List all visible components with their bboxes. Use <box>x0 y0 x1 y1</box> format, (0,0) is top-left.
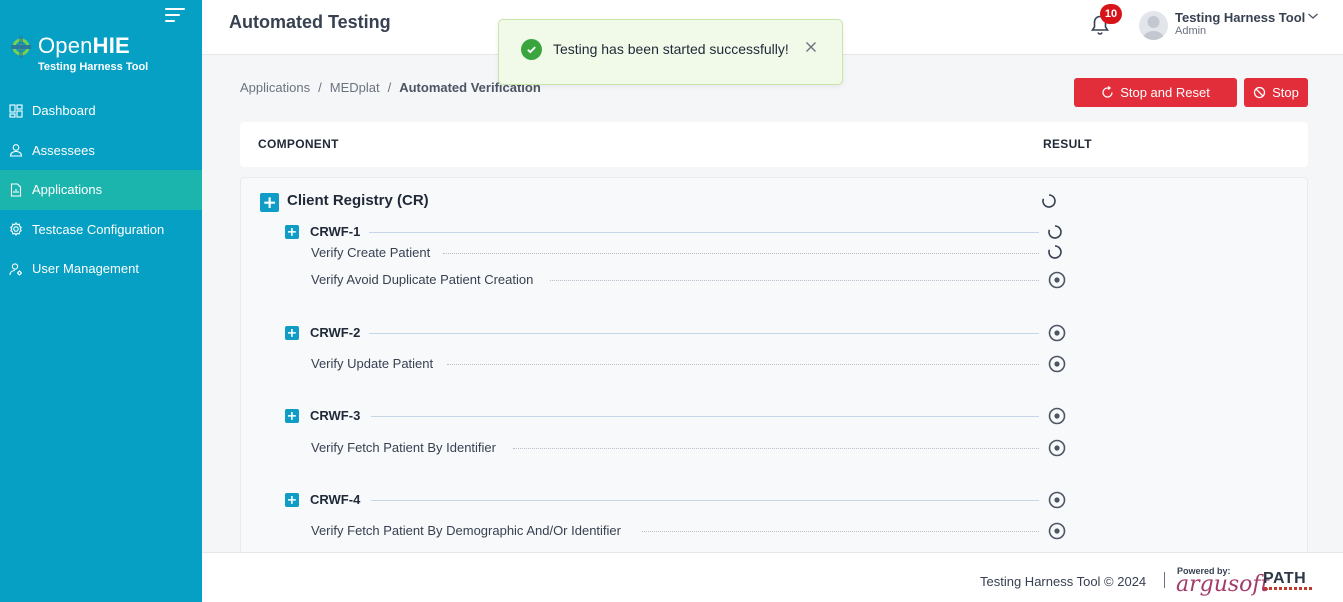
logo-subtitle: Testing Harness Tool <box>38 61 149 73</box>
plus-icon <box>288 228 296 236</box>
page-title: Automated Testing <box>229 12 391 32</box>
success-toast: Testing has been started successfully! <box>498 19 843 85</box>
results-table-header: COMPONENT RESULT <box>240 122 1308 167</box>
expand-workflow-button[interactable] <box>285 493 299 507</box>
notification-badge: 10 <box>1100 4 1122 24</box>
plus-icon <box>288 412 296 420</box>
footer-divider <box>1164 572 1165 588</box>
pending-status-icon <box>1048 439 1066 457</box>
test-case-label: Verify Avoid Duplicate Patient Creation <box>311 272 534 287</box>
breadcrumb-medplat[interactable]: MEDplat <box>330 80 380 95</box>
logo-text: OpenHIE <box>38 33 130 58</box>
expand-component-button[interactable] <box>260 193 279 212</box>
sidebar-item-label: Dashboard <box>32 103 96 119</box>
argusoft-logo: argusoft <box>1176 572 1270 597</box>
openhie-logo-icon <box>11 36 31 58</box>
loading-spinner-icon <box>1048 225 1062 239</box>
document-icon <box>9 183 23 197</box>
breadcrumb-applications[interactable]: Applications <box>240 80 310 95</box>
workflow-divider <box>369 232 1039 233</box>
pending-status-icon <box>1048 491 1066 509</box>
breadcrumb: Applications / MEDplat / Automated Verif… <box>240 80 541 95</box>
stop-label: Stop <box>1272 85 1299 100</box>
avatar[interactable] <box>1139 11 1168 40</box>
pending-status-icon <box>1048 355 1066 373</box>
test-case-label: Verify Create Patient <box>311 245 431 260</box>
dashboard-icon <box>9 104 23 118</box>
user-role: Admin <box>1175 25 1207 37</box>
plus-icon <box>264 197 275 208</box>
sidebar-item-dashboard[interactable]: Dashboard <box>0 91 202 131</box>
workflow-title: CRWF-3 <box>310 408 361 423</box>
sidebar: OpenHIE Testing Harness Tool Dashboard A… <box>0 0 202 602</box>
gear-icon <box>9 222 23 237</box>
user-name[interactable]: Testing Harness Tool <box>1175 10 1305 25</box>
results-panel: Client Registry (CR) CRWF-1 Verify Creat… <box>240 177 1308 557</box>
expand-workflow-button[interactable] <box>285 409 299 423</box>
test-case-leader <box>513 448 1039 449</box>
user-settings-icon <box>9 262 23 276</box>
toast-message: Testing has been started successfully! <box>553 41 789 57</box>
breadcrumb-separator: / <box>387 80 392 95</box>
sidebar-item-applications[interactable]: Applications <box>0 170 202 210</box>
test-case-leader <box>642 531 1039 532</box>
workflow-divider <box>371 500 1039 501</box>
check-circle-icon <box>521 39 542 60</box>
expand-workflow-button[interactable] <box>285 326 299 340</box>
workflow-title: CRWF-1 <box>310 224 361 239</box>
column-header-result: RESULT <box>1043 137 1092 151</box>
workflow-divider <box>369 333 1039 334</box>
ban-icon <box>1253 86 1266 99</box>
component-title: Client Registry (CR) <box>287 192 429 209</box>
chevron-down-icon[interactable] <box>1307 11 1319 21</box>
app-logo: OpenHIE Testing Harness Tool <box>8 32 198 76</box>
test-case-label: Verify Update Patient <box>311 356 434 371</box>
menu-toggle-icon[interactable] <box>165 8 185 24</box>
close-icon[interactable] <box>804 40 818 54</box>
column-header-component: COMPONENT <box>258 137 339 151</box>
sidebar-item-label: User Management <box>32 261 139 277</box>
workflow-title: CRWF-2 <box>310 325 361 340</box>
pending-status-icon <box>1048 407 1066 425</box>
workflow-divider <box>371 416 1039 417</box>
path-logo-underline <box>1264 587 1312 590</box>
loading-spinner-icon <box>1042 194 1056 208</box>
plus-icon <box>288 496 296 504</box>
test-case-label: Verify Fetch Patient By Demographic And/… <box>311 523 621 538</box>
pending-status-icon <box>1048 324 1066 342</box>
pending-status-icon <box>1048 271 1066 289</box>
test-case-leader <box>443 253 1039 254</box>
path-logo: PATH <box>1263 570 1307 587</box>
stop-and-reset-button[interactable]: Stop and Reset <box>1074 78 1237 107</box>
expand-workflow-button[interactable] <box>285 225 299 239</box>
test-case-leader <box>447 364 1039 365</box>
plus-icon <box>288 329 296 337</box>
sidebar-item-label: Applications <box>32 182 103 198</box>
loading-spinner-icon <box>1048 245 1062 259</box>
test-case-leader <box>550 280 1039 281</box>
sidebar-item-label: Assessees <box>32 142 95 158</box>
sidebar-item-assessees[interactable]: Assessees <box>0 131 202 171</box>
sidebar-item-label: Testcase Configuration <box>32 221 165 237</box>
avatar-placeholder-icon <box>1142 16 1165 40</box>
stop-and-reset-label: Stop and Reset <box>1120 85 1210 100</box>
sidebar-nav: Dashboard Assessees Applications Testcas… <box>0 91 202 289</box>
sidebar-item-user-management[interactable]: User Management <box>0 249 202 289</box>
pending-status-icon <box>1048 522 1066 540</box>
test-case-label: Verify Fetch Patient By Identifier <box>311 440 496 455</box>
footer-copyright: Testing Harness Tool © 2024 <box>980 574 1147 589</box>
stop-button[interactable]: Stop <box>1244 78 1308 107</box>
sidebar-item-testcase-configuration[interactable]: Testcase Configuration <box>0 210 202 250</box>
workflow-title: CRWF-4 <box>310 492 361 507</box>
breadcrumb-separator: / <box>318 80 322 95</box>
refresh-icon <box>1102 86 1113 98</box>
user-icon <box>9 143 23 157</box>
footer: Testing Harness Tool © 2024 Powered by: … <box>202 552 1343 602</box>
